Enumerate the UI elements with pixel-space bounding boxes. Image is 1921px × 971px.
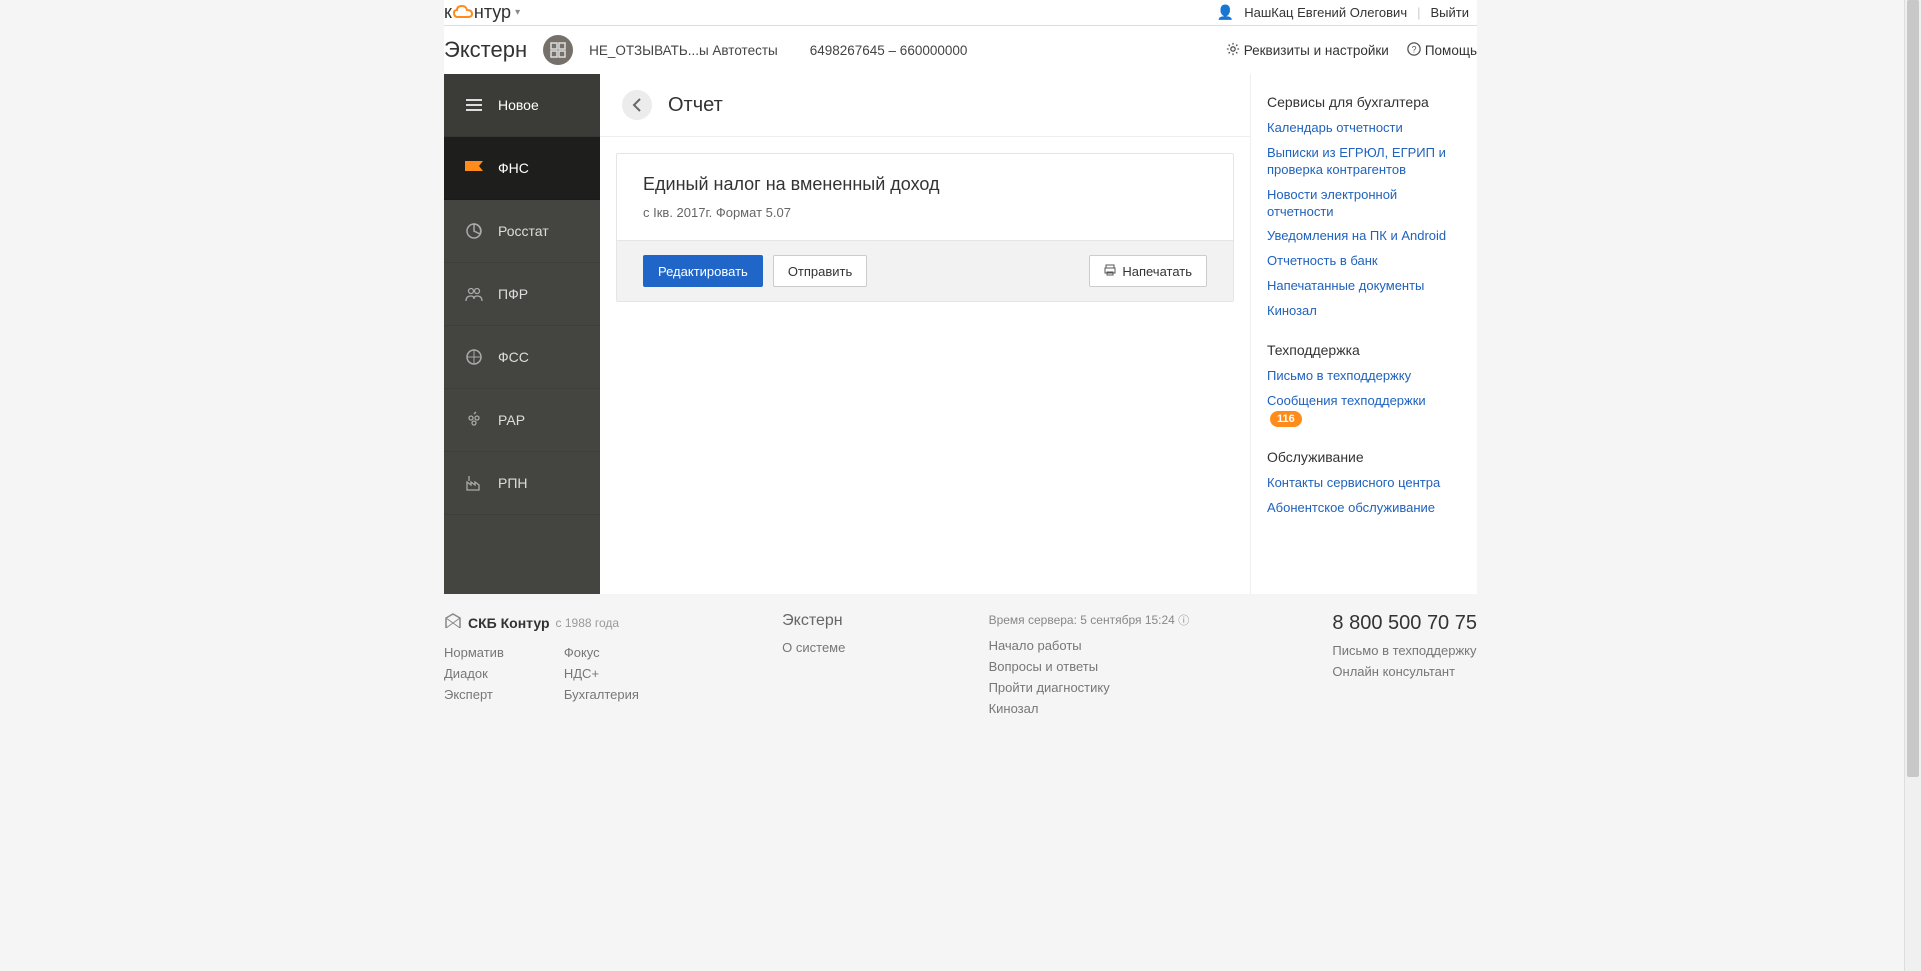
list-icon (464, 95, 484, 115)
panel-link-support-letter[interactable]: Письмо в техподдержку (1267, 368, 1461, 385)
sidebar-item-rosstat[interactable]: Росстат (444, 200, 600, 263)
org-name[interactable]: НЕ_ОТЗЫВАТЬ...ы Автотесты (589, 43, 778, 58)
sidebar-item-fns[interactable]: ФНС (444, 137, 600, 200)
footer-link[interactable]: Вопросы и ответы (989, 659, 1190, 674)
info-icon[interactable]: ⓘ (1178, 615, 1189, 627)
brand-logo[interactable]: к нтур ▾ (444, 2, 520, 23)
sidebar-item-label: ФСС (498, 349, 529, 365)
report-title: Единый налог на вмененный доход (643, 174, 1207, 195)
footer-link[interactable]: Кинозал (989, 701, 1190, 716)
help-label: Помощь (1425, 43, 1477, 58)
logout-link[interactable]: Выйти (1431, 5, 1470, 20)
footer-link[interactable]: О системе (782, 640, 845, 655)
panel-link[interactable]: Новости электронной отчетности (1267, 187, 1461, 221)
sidebar-item-rpn[interactable]: РПН (444, 452, 600, 515)
panel-title-support: Техподдержка (1267, 342, 1461, 358)
sidebar-item-fss[interactable]: ФСС (444, 326, 600, 389)
footer-link[interactable]: Норматив (444, 645, 504, 660)
right-panel: Сервисы для бухгалтера Календарь отчетно… (1251, 74, 1477, 594)
sidebar-item-label: РПН (498, 475, 528, 491)
sidebar-item-label: Росстат (498, 223, 549, 239)
footer-logo-icon (444, 612, 462, 633)
report-card: Единый налог на вмененный доход с Iкв. 2… (616, 153, 1234, 302)
footer-mid-title: Экстерн (782, 612, 845, 630)
header: Экстерн НЕ_ОТЗЫВАТЬ...ы Автотесты 649826… (444, 26, 1477, 74)
send-button[interactable]: Отправить (773, 255, 867, 287)
footer-link[interactable]: Онлайн консультант (1332, 664, 1477, 679)
footer-link[interactable]: Пройти диагностику (989, 680, 1190, 695)
pie-icon (464, 221, 484, 241)
panel-link-support-messages[interactable]: Сообщения техподдержки 116 (1267, 393, 1461, 427)
panel-link[interactable]: Отчетность в банк (1267, 253, 1461, 270)
people-icon (464, 284, 484, 304)
footer-link[interactable]: НДС+ (564, 666, 639, 681)
panel-title-services: Сервисы для бухгалтера (1267, 94, 1461, 110)
support-msgs-label: Сообщения техподдержки (1267, 393, 1426, 408)
question-icon: ? (1407, 42, 1421, 59)
chevron-left-icon (632, 98, 642, 112)
server-time-label: Время сервера: 5 сентября 15:24 (989, 613, 1175, 627)
panel-link[interactable]: Выписки из ЕГРЮЛ, ЕГРИП и проверка контр… (1267, 145, 1461, 179)
footer-link[interactable]: Эксперт (444, 687, 504, 702)
support-count-badge: 116 (1270, 411, 1302, 427)
org-badge-icon[interactable] (543, 35, 573, 65)
logo-prefix: к (444, 2, 452, 23)
support-phone: 8 800 500 70 75 (1332, 612, 1477, 635)
sidebar-item-rar[interactable]: РАР (444, 389, 600, 452)
gear-icon (1226, 42, 1240, 59)
user-name-link[interactable]: НашКац Евгений Олегович (1244, 5, 1407, 20)
print-label: Напечатать (1122, 264, 1192, 279)
app-title: Экстерн (444, 37, 527, 63)
main: Новое ФНС Росстат ПФР (444, 74, 1477, 594)
user-icon: 👤 (1217, 4, 1234, 21)
caret-down-icon: ▾ (515, 7, 520, 18)
server-time: Время сервера: 5 сентября 15:24 ⓘ (989, 612, 1190, 628)
print-button[interactable]: Напечатать (1089, 255, 1207, 287)
settings-label: Реквизиты и настройки (1244, 43, 1389, 58)
sidebar-item-label: Новое (498, 97, 539, 113)
footer-since: с 1988 года (556, 616, 620, 630)
help-link[interactable]: ? Помощь (1407, 42, 1477, 59)
print-icon (1104, 264, 1116, 279)
grapes-icon (464, 410, 484, 430)
footer-link[interactable]: Фокус (564, 645, 639, 660)
panel-link[interactable]: Кинозал (1267, 303, 1461, 320)
logo-suffix: нтур (474, 2, 511, 23)
edit-button[interactable]: Редактировать (643, 255, 763, 287)
factory-icon (464, 473, 484, 493)
sidebar-item-label: РАР (498, 412, 525, 428)
svg-text:?: ? (1411, 44, 1416, 54)
footer: СКБ Контур с 1988 года Норматив Диадок Э… (0, 594, 1921, 762)
page-scrollbar[interactable] (1904, 0, 1921, 971)
page-title: Отчет (668, 94, 723, 117)
report-subtitle: с Iкв. 2017г. Формат 5.07 (643, 205, 1207, 220)
circle-icon (464, 347, 484, 367)
footer-brand: СКБ Контур (468, 615, 550, 631)
separator: | (1417, 5, 1420, 20)
panel-link[interactable]: Уведомления на ПК и Android (1267, 228, 1461, 245)
sidebar: Новое ФНС Росстат ПФР (444, 74, 600, 594)
topbar: к нтур ▾ 👤 НашКац Евгений Олегович | Вый… (444, 0, 1477, 26)
sidebar-item-label: ФНС (498, 160, 529, 176)
sidebar-item-label: ПФР (498, 286, 528, 302)
flag-icon (464, 158, 484, 178)
panel-title-service: Обслуживание (1267, 449, 1461, 465)
panel-link[interactable]: Напечатанные документы (1267, 278, 1461, 295)
footer-link[interactable]: Диадок (444, 666, 504, 681)
content-main: Отчет Единый налог на вмененный доход с … (600, 74, 1251, 594)
org-id: 6498267645 – 660000000 (810, 43, 968, 58)
sidebar-item-new[interactable]: Новое (444, 74, 600, 137)
footer-link[interactable]: Бухгалтерия (564, 687, 639, 702)
panel-link[interactable]: Абонентское обслуживание (1267, 500, 1461, 517)
cloud-icon (453, 3, 473, 23)
footer-link[interactable]: Письмо в техподдержку (1332, 643, 1477, 658)
sidebar-item-pfr[interactable]: ПФР (444, 263, 600, 326)
panel-link[interactable]: Календарь отчетности (1267, 120, 1461, 137)
back-button[interactable] (622, 90, 652, 120)
panel-link[interactable]: Контакты сервисного центра (1267, 475, 1461, 492)
footer-link[interactable]: Начало работы (989, 638, 1190, 653)
settings-link[interactable]: Реквизиты и настройки (1226, 42, 1389, 59)
